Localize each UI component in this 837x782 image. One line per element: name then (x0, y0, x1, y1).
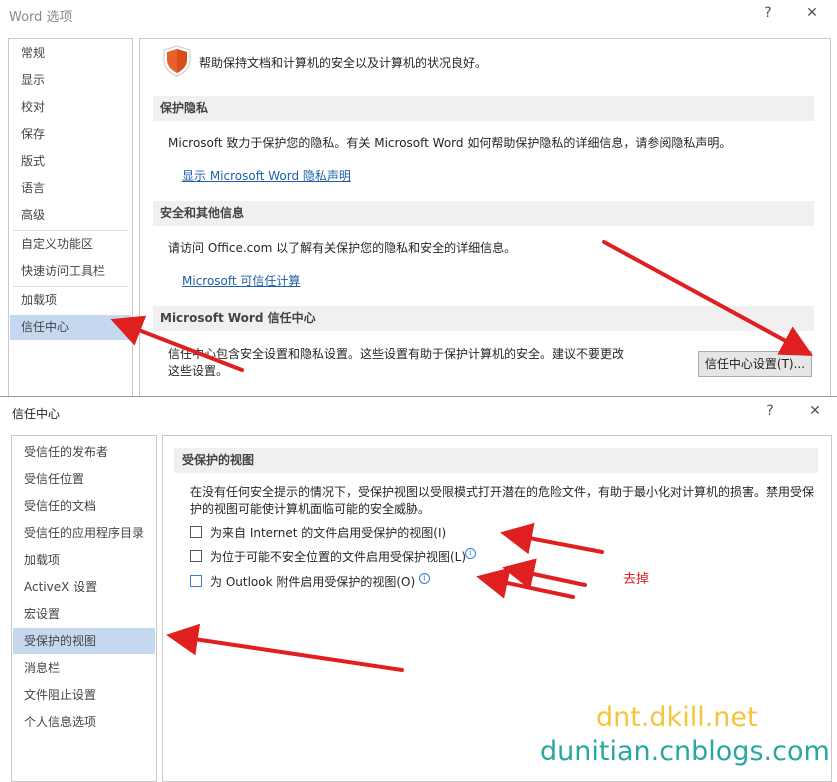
nav-divider (13, 286, 128, 287)
nav-divider (13, 230, 128, 231)
nav-item-display[interactable]: 显示 (10, 68, 131, 93)
section-header-protected-view: 受保护的视图 (174, 448, 818, 473)
trust-center-settings-button[interactable]: 信任中心设置(T)... (698, 351, 812, 377)
nav-item-proofing[interactable]: 校对 (10, 95, 131, 120)
nav-item-activex[interactable]: ActiveX 设置 (13, 574, 155, 600)
internet-files-label[interactable]: 为来自 Internet 的文件启用受保护的视图(I) (210, 524, 446, 541)
protected-view-description: 在没有任何安全提示的情况下，受保护视图以受限模式打开潜在的危险文件，有助于最小化… (190, 484, 820, 518)
nav-item-quick-access[interactable]: 快速访问工具栏 (10, 259, 131, 284)
outlook-attachments-checkbox[interactable] (190, 575, 202, 587)
nav-item-language[interactable]: 语言 (10, 176, 131, 201)
nav-item-addins[interactable]: 加载项 (10, 288, 131, 313)
watermark-line1: dnt.dkill.net (596, 702, 758, 733)
privacy-text: Microsoft 致力于保护您的隐私。有关 Microsoft Word 如何… (168, 136, 732, 150)
options-nav: 常规 显示 校对 保存 版式 语言 高级 自定义功能区 快速访问工具栏 加载项 … (8, 38, 133, 400)
security-text: 请访问 Office.com 以了解有关保护您的隐私和安全的详细信息。 (168, 241, 517, 255)
intro-text: 帮助保持文档和计算机的安全以及计算机的状况良好。 (199, 56, 488, 70)
watermark-line2: dunitian.cnblogs.com (540, 736, 830, 767)
window-title: 信任中心 (12, 407, 61, 421)
unsafe-locations-checkbox[interactable] (190, 550, 202, 562)
trust-center-nav: 受信任的发布者 受信任位置 受信任的文档 受信任的应用程序目录 加载项 Acti… (11, 435, 157, 782)
unsafe-locations-label[interactable]: 为位于可能不安全位置的文件启用受保护视图(L) (210, 548, 466, 565)
nav-item-advanced[interactable]: 高级 (10, 203, 131, 228)
help-button[interactable]: ? (758, 5, 778, 21)
nav-item-trusted-publishers[interactable]: 受信任的发布者 (13, 439, 155, 465)
nav-item-message-bar[interactable]: 消息栏 (13, 655, 155, 681)
nav-item-addins[interactable]: 加载项 (13, 547, 155, 573)
info-icon[interactable]: i (465, 548, 476, 559)
annotation-note: 去掉 (623, 572, 650, 587)
info-icon[interactable]: i (419, 573, 430, 584)
trustworthy-computing-link[interactable]: Microsoft 可信任计算 (182, 272, 300, 289)
section-header-security: 安全和其他信息 (153, 201, 814, 226)
nav-item-privacy-options[interactable]: 个人信息选项 (13, 709, 155, 735)
nav-item-macro[interactable]: 宏设置 (13, 601, 155, 627)
outlook-attachments-label[interactable]: 为 Outlook 附件启用受保护的视图(O) (210, 573, 415, 590)
window-title: Word 选项 (9, 10, 73, 25)
nav-item-save[interactable]: 保存 (10, 122, 131, 147)
nav-item-trust-center[interactable]: 信任中心 (10, 315, 131, 340)
close-button[interactable]: ✕ (802, 5, 822, 21)
description-line1: 在没有任何安全提示的情况下，受保护视图以受限模式打开潜在的危险文件，有助于最小化… (190, 485, 815, 499)
section-header-privacy: 保护隐私 (153, 96, 814, 121)
help-button[interactable]: ? (760, 403, 780, 419)
nav-item-customize-ribbon[interactable]: 自定义功能区 (10, 232, 131, 257)
nav-item-file-block[interactable]: 文件阻止设置 (13, 682, 155, 708)
description-line2: 护的视图可能使计算机面临可能的安全威胁。 (190, 502, 431, 516)
nav-item-protected-view[interactable]: 受保护的视图 (13, 628, 155, 654)
shield-icon (163, 45, 191, 77)
trust-center-text-line1: 信任中心包含安全设置和隐私设置。这些设置有助于保护计算机的安全。建议不要更改 (168, 347, 625, 361)
internet-files-checkbox[interactable] (190, 526, 202, 538)
nav-item-trusted-app-catalogs[interactable]: 受信任的应用程序目录 (13, 520, 155, 546)
nav-item-general[interactable]: 常规 (10, 41, 131, 66)
nav-item-trusted-locations[interactable]: 受信任位置 (13, 466, 155, 492)
section-header-trust-center: Microsoft Word 信任中心 (153, 306, 814, 331)
trust-center-text-line2: 这些设置。 (168, 364, 229, 378)
privacy-statement-link[interactable]: 显示 Microsoft Word 隐私声明 (182, 167, 351, 184)
close-button[interactable]: ✕ (805, 403, 825, 419)
nav-item-trusted-documents[interactable]: 受信任的文档 (13, 493, 155, 519)
nav-item-layout[interactable]: 版式 (10, 149, 131, 174)
